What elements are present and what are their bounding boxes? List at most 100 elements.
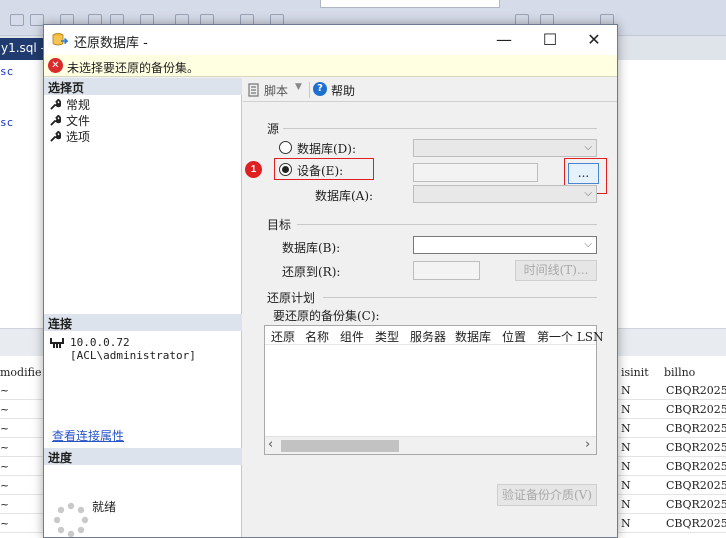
page-options[interactable]: 选项 (50, 128, 90, 145)
column-header-server[interactable]: 服务器 (410, 328, 446, 345)
column-header[interactable]: isinit (621, 366, 649, 379)
target-database-label: 数据库(B): (282, 241, 341, 255)
editor-tab[interactable]: y1.sql - (0, 38, 44, 60)
database-restore-icon (52, 33, 68, 46)
toolbar-icon[interactable] (10, 14, 24, 26)
select-page-header: 选择页 (44, 78, 242, 95)
page-general[interactable]: 常规 (50, 96, 90, 113)
table-cell: N (621, 479, 631, 492)
scroll-left-icon[interactable]: ‹ (268, 437, 273, 452)
connection-user: [ACL\administrator] (70, 349, 196, 362)
table-cell: ~ (0, 441, 10, 454)
column-header-position[interactable]: 位置 (502, 328, 526, 345)
source-database-select[interactable]: ⌵ (413, 139, 597, 157)
column-header-component[interactable]: 组件 (340, 328, 364, 345)
device-radio-label: 设备(E): (297, 164, 344, 178)
browse-devices-button[interactable]: ... (568, 163, 599, 184)
toolbar-combo[interactable] (320, 0, 500, 8)
scrollbar-thumb[interactable] (281, 440, 399, 452)
backup-sets-label: 要还原的备份集(C): (273, 309, 380, 323)
script-icon (248, 83, 259, 97)
chevron-down-icon[interactable]: ▼ (295, 82, 302, 92)
table-cell: N (621, 498, 631, 511)
table-cell: ~ (0, 422, 10, 435)
device-database-select[interactable]: ⌵ (413, 185, 597, 203)
restore-to-field[interactable] (413, 261, 480, 280)
dialog-title: 还原数据库 - (74, 36, 148, 51)
restore-database-dialog: 还原数据库 - — ☐ ✕ ✕ 未选择要还原的备份集。 选择页 常规 文件 选项… (43, 24, 618, 538)
table-cell: N (621, 384, 631, 397)
page-files[interactable]: 文件 (50, 112, 90, 129)
table-cell: ~ (0, 498, 10, 511)
error-message: 未选择要还原的备份集。 (67, 61, 200, 75)
table-cell: CBQR202508 (666, 517, 726, 530)
restore-to-label: 还原到(R): (282, 265, 341, 279)
progress-status: 就绪 (92, 500, 117, 514)
error-icon: ✕ (48, 58, 63, 73)
database-radio-label: 数据库(D): (297, 142, 357, 156)
section-divider (323, 297, 597, 298)
dialog-toolbar: 脚本 ▼ ? 帮助 (243, 78, 617, 102)
wrench-icon (50, 99, 61, 110)
table-cell: CBQR202508 (666, 384, 726, 397)
help-toolbar-button[interactable]: 帮助 (331, 82, 355, 99)
maximize-button[interactable]: ☐ (527, 25, 573, 55)
close-button[interactable]: ✕ (571, 25, 617, 55)
backup-sets-table[interactable]: 还原 名称 组件 类型 服务器 数据库 位置 第一个 LSN ‹ › (264, 325, 604, 455)
column-header[interactable]: billno (664, 366, 695, 379)
server-name: 10.0.0.72 (70, 336, 130, 349)
column-header-database[interactable]: 数据库 (455, 328, 491, 345)
table-cell: ~ (0, 403, 10, 416)
callout-badge: 1 (245, 161, 262, 178)
view-connection-properties-link[interactable]: 查看连接属性 (52, 427, 124, 444)
page-label: 文件 (66, 114, 91, 128)
device-radio[interactable] (279, 163, 292, 176)
table-cell: N (621, 460, 631, 473)
timeline-button[interactable]: 时间线(T)... (515, 260, 597, 281)
script-button[interactable]: 脚本 (264, 82, 288, 99)
column-header-name[interactable]: 名称 (305, 328, 329, 345)
target-database-select[interactable]: ⌵ (413, 236, 597, 254)
error-message-bar: ✕ 未选择要还原的备份集。 (44, 55, 617, 77)
left-pane: 选择页 常规 文件 选项 连接 10.0.0.72 [ACL\administr… (44, 78, 242, 537)
wrench-icon (50, 131, 61, 142)
chevron-down-icon: ⌵ (584, 142, 592, 153)
table-cell: N (621, 517, 631, 530)
device-path-field[interactable] (413, 163, 538, 182)
table-cell: CBQR202508 (666, 441, 726, 454)
source-section-label: 源 (267, 122, 280, 136)
table-cell: ~ (0, 460, 10, 473)
column-header-type[interactable]: 类型 (375, 328, 399, 345)
horizontal-scrollbar[interactable]: ‹ › (265, 436, 596, 454)
database-radio[interactable] (279, 141, 292, 154)
table-cell: CBQR202508 (666, 498, 726, 511)
column-header[interactable]: modifie (0, 366, 41, 379)
target-section-label: 目标 (267, 218, 292, 232)
connection-header: 连接 (44, 314, 242, 331)
page-label: 选项 (66, 130, 91, 144)
table-cell: N (621, 403, 631, 416)
table-cell: ~ (0, 517, 10, 530)
column-header-restore[interactable]: 还原 (271, 328, 295, 345)
table-cell: CBQR202508 (666, 479, 726, 492)
wrench-icon (50, 115, 61, 126)
verify-backup-media-button[interactable]: 验证备份介质(V) (497, 484, 597, 506)
table-cell: CBQR202508 (666, 403, 726, 416)
title-bar[interactable]: 还原数据库 - — ☐ ✕ (44, 25, 617, 55)
toolbar-icon[interactable] (30, 14, 44, 26)
connection-icon (50, 338, 64, 348)
restore-plan-section-label: 还原计划 (267, 291, 316, 305)
page-label: 常规 (66, 98, 91, 112)
table-cell: ~ (0, 384, 10, 397)
code-line: sc (0, 65, 14, 78)
table-cell: N (621, 441, 631, 454)
section-divider (283, 128, 597, 129)
column-header-first-lsn[interactable]: 第一个 LSN (537, 328, 604, 345)
section-divider (297, 224, 597, 225)
minimize-button[interactable]: — (481, 25, 527, 55)
scroll-right-icon[interactable]: › (585, 437, 590, 452)
help-icon: ? (313, 82, 327, 96)
toolbar-divider (309, 82, 310, 98)
chevron-down-icon: ⌵ (584, 188, 592, 199)
device-database-label: 数据库(A): (315, 189, 374, 203)
